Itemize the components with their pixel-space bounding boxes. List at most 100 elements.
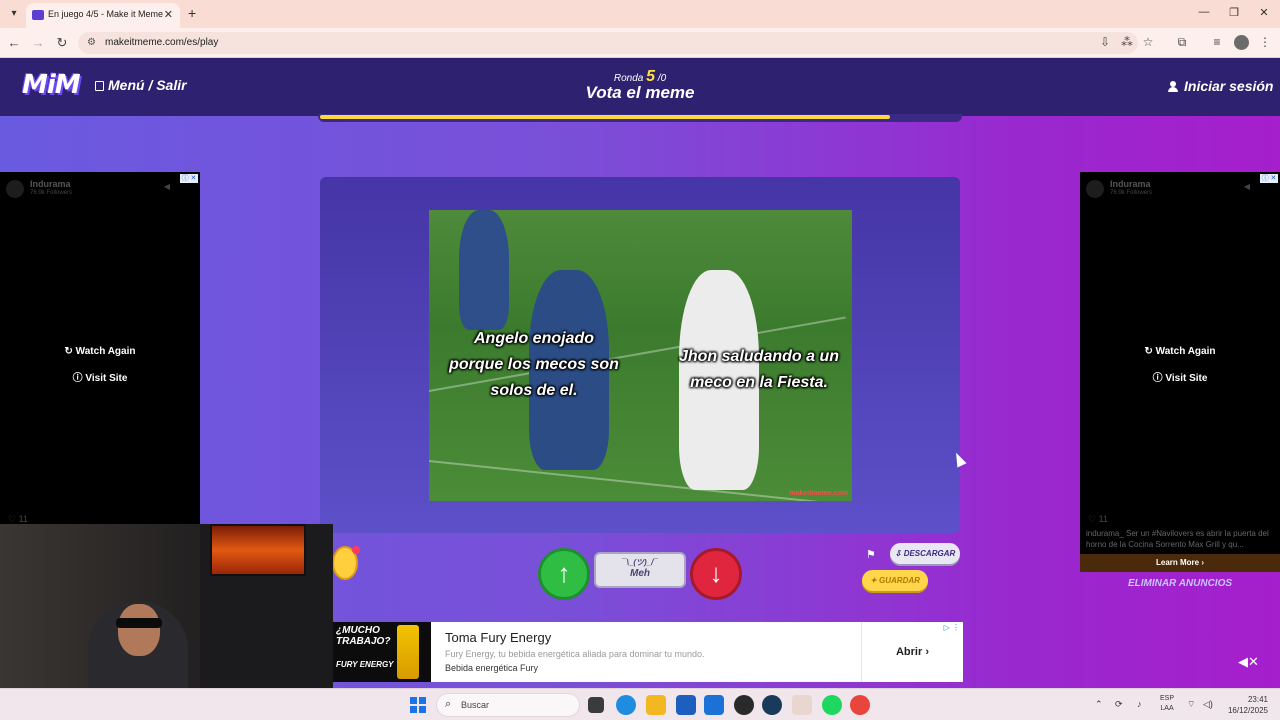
site-info-icon[interactable]: ⚙: [87, 37, 96, 48]
tab-search-icon[interactable]: ▾: [6, 6, 22, 22]
ad-brand: Indurama: [1110, 179, 1151, 189]
restore-icon[interactable]: ❐: [1226, 6, 1242, 19]
outlook-icon[interactable]: [704, 695, 724, 715]
round-progress-bar: [318, 114, 962, 122]
clock-date: 16/12/2025: [1227, 706, 1268, 715]
close-tab-icon[interactable]: ✕: [164, 8, 173, 21]
wifi-icon[interactable]: ⌔: [1187, 699, 1195, 710]
file-explorer-icon[interactable]: [646, 695, 666, 715]
ad-likes[interactable]: ♡ 11: [1088, 514, 1108, 525]
menu-exit-link[interactable]: Menú / Salir: [95, 77, 187, 93]
page-title: Vota el meme: [585, 83, 695, 102]
windows-start-icon[interactable]: [410, 697, 426, 713]
user-icon: [1168, 81, 1178, 92]
webcam-face: [118, 604, 160, 656]
download-label: DESCARGAR: [903, 549, 956, 558]
right-side-ad[interactable]: Indurama 76.9k Followers ⓘ ✕ ◀ ↻ Watch A…: [1080, 172, 1280, 572]
visit-site-label: Visit Site: [1165, 373, 1208, 384]
ad-mute-icon[interactable]: ◀: [164, 182, 170, 191]
taskbar-clock[interactable]: 23:41 16/12/2025: [1222, 694, 1268, 716]
learn-more-button[interactable]: Learn More ›: [1080, 554, 1280, 572]
taskbar-search[interactable]: ⌕ Buscar: [436, 693, 580, 717]
login-link[interactable]: Iniciar sesión: [1168, 78, 1273, 94]
volume-icon[interactable]: ◁): [1203, 699, 1213, 710]
webcam-overlay: [0, 524, 333, 710]
ad-avatar: [6, 180, 24, 198]
remove-ads-link[interactable]: ELIMINAR ANUNCIOS: [1080, 578, 1280, 589]
ad-logo-text: FURY ENERGY: [336, 660, 394, 669]
tray-overflow-icon[interactable]: ⌃: [1095, 699, 1103, 710]
meme-card: Angelo enojado porque los mecos son solo…: [320, 177, 960, 533]
report-flag-icon[interactable]: ⚑: [866, 548, 876, 561]
ad-mute-icon[interactable]: ◀: [1244, 182, 1250, 191]
snipping-tool-icon[interactable]: [792, 695, 812, 715]
bottom-banner-ad[interactable]: ¿MUCHO TRABAJO? FURY ENERGY Toma Fury En…: [333, 622, 963, 682]
meh-face: ¯\_(ツ)_/¯: [622, 558, 658, 567]
browser-menu-icon[interactable]: ⋮: [1257, 35, 1273, 49]
close-window-icon[interactable]: ✕: [1256, 6, 1272, 19]
ad-brand: Indurama: [30, 179, 71, 189]
ad-caption: indurama_ Ser un #Navilovers es abrir la…: [1086, 529, 1269, 549]
language-indicator[interactable]: ESP LAA: [1160, 694, 1174, 714]
obs-icon[interactable]: [734, 695, 754, 715]
browser-toolbar: ← → ↻ ⚙ makeitmeme.com/es/play ⇩ ⁂ ☆ ⧉ ≡…: [0, 28, 1280, 58]
visit-site-button[interactable]: ⓘ Visit Site: [0, 369, 200, 384]
lang-region: LAA: [1160, 705, 1174, 712]
save-button[interactable]: ✦ GUARDAR: [862, 570, 928, 591]
tab-title: En juego 4/5 - Make it Meme: [48, 9, 164, 19]
os-taskbar: ⌕ Buscar ⌃ ⟳ ♪ ESP LAA ⌔ ◁) 23:41 16/12/…: [0, 688, 1280, 720]
forward-icon[interactable]: →: [30, 35, 46, 50]
back-icon[interactable]: ←: [6, 35, 22, 50]
tray-sync-icon[interactable]: ⟳: [1115, 699, 1123, 710]
url-text: makeitmeme.com/es/play: [105, 37, 219, 48]
vote-up-button[interactable]: ↑: [538, 548, 590, 600]
adchoices-icon[interactable]: ⓘ ✕: [1260, 174, 1278, 183]
task-view-icon[interactable]: [588, 697, 604, 713]
ad-title: Toma Fury Energy: [445, 630, 552, 645]
download-button[interactable]: ⇩ DESCARGAR: [890, 543, 960, 564]
install-app-icon[interactable]: ⇩: [1097, 35, 1113, 49]
lang-code: ESP: [1160, 695, 1175, 702]
watch-again-button[interactable]: ↻ Watch Again: [0, 346, 200, 357]
reaction-emoji-button[interactable]: [332, 546, 360, 580]
vote-down-button[interactable]: ↓: [690, 548, 742, 600]
pitch-line: [429, 460, 850, 501]
favicon-icon: [32, 10, 44, 20]
meme-caption-line: solos de el.: [490, 382, 578, 399]
reload-icon[interactable]: ↻: [54, 35, 70, 51]
ad-likes-count: 11: [18, 514, 28, 524]
exit-icon: [95, 81, 104, 91]
browser-tab[interactable]: En juego 4/5 - Make it Meme ✕: [26, 3, 180, 28]
menu-exit-label: Menú / Salir: [108, 77, 187, 93]
webcam-tv-fireplace: [210, 524, 306, 576]
steam-icon[interactable]: [762, 695, 782, 715]
left-side-ad[interactable]: Indurama 76.9k Followers ⓘ ✕ ◀ ↻ Watch A…: [0, 172, 200, 524]
edge-icon[interactable]: [616, 695, 636, 715]
sound-mute-icon[interactable]: ◀✕: [1238, 654, 1259, 670]
minimize-icon[interactable]: —: [1196, 6, 1212, 18]
microphone-icon[interactable]: ♪: [1137, 699, 1142, 709]
profile-avatar[interactable]: [1234, 35, 1249, 50]
ad-image: ¿MUCHO TRABAJO? FURY ENERGY: [333, 622, 431, 682]
bookmark-star-icon[interactable]: ☆: [1140, 35, 1156, 49]
media-controls-icon[interactable]: ≡: [1209, 35, 1225, 49]
meh-label: Meh: [630, 568, 650, 579]
chrome-icon[interactable]: [850, 695, 870, 715]
visit-site-button[interactable]: ⓘ Visit Site: [1080, 369, 1280, 384]
player-figure: [459, 210, 509, 330]
vote-meh-button[interactable]: ¯\_(ツ)_/¯ Meh: [594, 552, 686, 588]
meme-caption-left: Angelo enojado porque los mecos son solo…: [449, 326, 619, 404]
extensions-icon[interactable]: ⧉: [1174, 35, 1190, 50]
adchoices-icon[interactable]: ▷ ⋮: [944, 623, 960, 632]
address-bar[interactable]: ⚙ makeitmeme.com/es/play: [78, 32, 1138, 54]
adchoices-icon[interactable]: ⓘ ✕: [180, 174, 198, 183]
translate-icon[interactable]: ⁂: [1119, 35, 1135, 49]
store-icon[interactable]: [676, 695, 696, 715]
site-header: MiM Menú / Salir Ronda 5 /0 Vota el meme…: [0, 58, 1280, 116]
ad-description: Fury Energy, tu bebida energética aliada…: [445, 649, 705, 659]
watch-again-button[interactable]: ↻ Watch Again: [1080, 346, 1280, 357]
energy-can-image: [397, 625, 419, 679]
new-tab-icon[interactable]: +: [188, 5, 196, 21]
spotify-icon[interactable]: [822, 695, 842, 715]
site-logo[interactable]: MiM: [22, 70, 81, 100]
